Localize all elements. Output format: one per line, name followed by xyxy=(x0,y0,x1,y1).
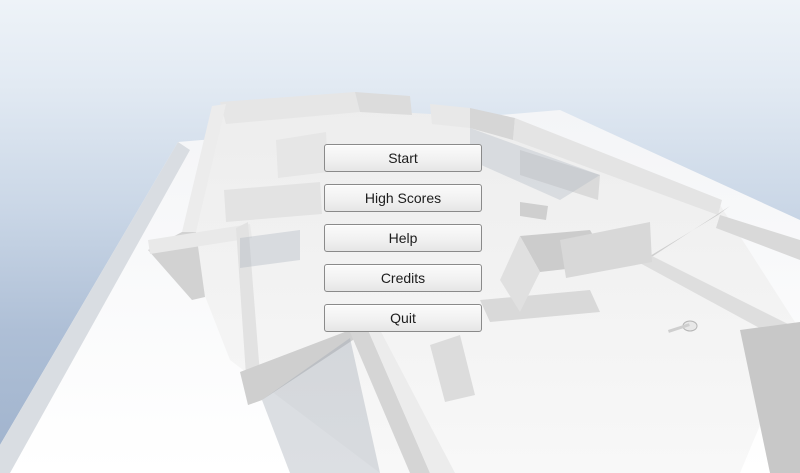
help-button[interactable]: Help xyxy=(324,224,482,252)
main-menu: Start High Scores Help Credits Quit xyxy=(324,144,482,344)
game-viewport: Start High Scores Help Credits Quit xyxy=(0,0,800,473)
credits-button[interactable]: Credits xyxy=(324,264,482,292)
high-scores-button[interactable]: High Scores xyxy=(324,184,482,212)
quit-button[interactable]: Quit xyxy=(324,304,482,332)
start-button[interactable]: Start xyxy=(324,144,482,172)
